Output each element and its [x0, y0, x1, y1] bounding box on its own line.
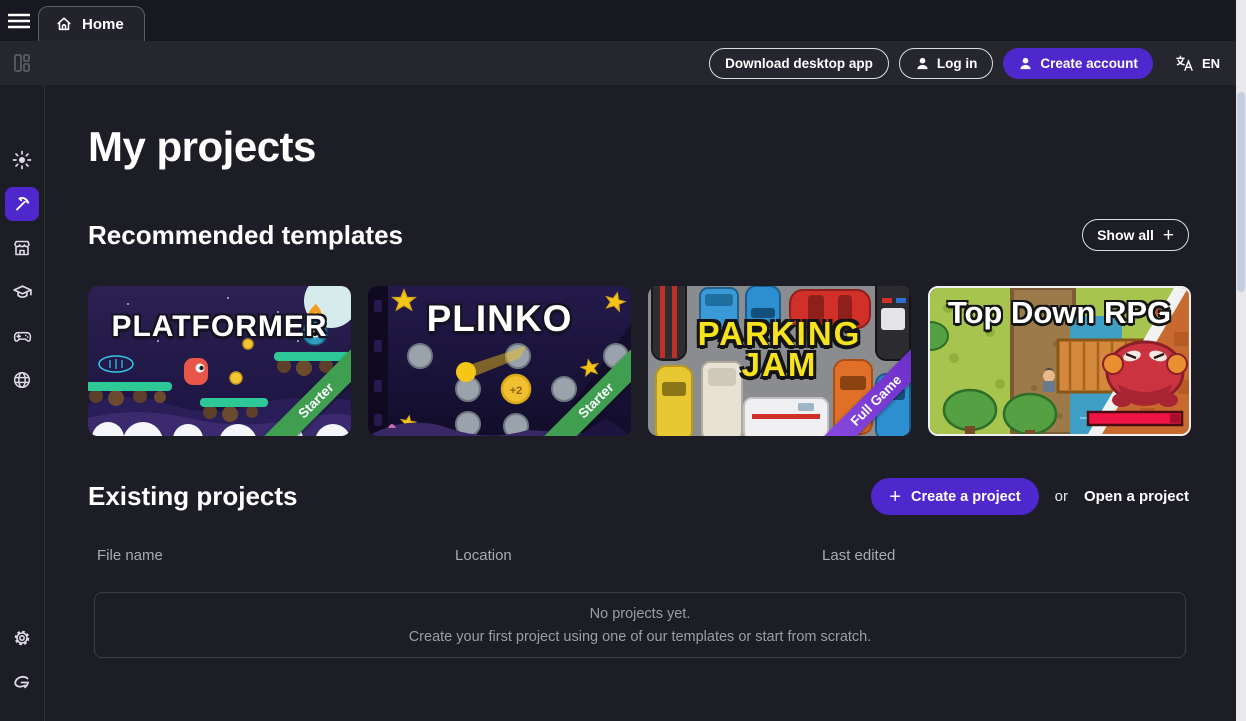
login-label: Log in — [937, 56, 978, 71]
parking-jam-art — [648, 286, 911, 436]
column-last-edited: Last edited — [822, 547, 1189, 564]
sidebar-item-play[interactable] — [5, 319, 39, 353]
sidebar-gdevelop-logo[interactable] — [5, 665, 39, 699]
existing-projects-heading: Existing projects — [88, 481, 298, 512]
pickaxe-icon — [12, 194, 32, 214]
graduation-cap-icon — [12, 282, 33, 303]
create-account-button[interactable]: Create account — [1003, 48, 1153, 79]
person-icon — [915, 56, 930, 71]
open-project-link[interactable]: Open a project — [1084, 488, 1189, 505]
platformer-art — [88, 286, 351, 436]
template-card-parking-jam[interactable]: PARKING JAM Full Game — [648, 286, 911, 436]
projects-table-header: File name Location Last edited — [88, 547, 1189, 564]
template-cards: PLATFORMER Starter — [88, 286, 1189, 436]
create-project-button[interactable]: + Create a project — [871, 478, 1038, 515]
svg-text:+2: +2 — [510, 385, 523, 397]
empty-projects-placeholder: No projects yet. Create your first proje… — [94, 592, 1186, 658]
main-area: My projects Recommended templates Show a… — [45, 85, 1246, 721]
sidebar-item-learn[interactable] — [5, 275, 39, 309]
download-desktop-app-label: Download desktop app — [725, 56, 873, 71]
recommended-templates-heading: Recommended templates — [88, 220, 403, 251]
sidebar-settings-button[interactable] — [5, 621, 39, 655]
tab-home[interactable]: Home — [38, 6, 145, 41]
empty-state-line1: No projects yet. — [590, 606, 691, 622]
gamepad-icon — [12, 326, 33, 347]
sidebar — [0, 85, 45, 721]
template-card-top-down-rpg[interactable]: Top Down RPG — [928, 286, 1191, 436]
download-desktop-app-button[interactable]: Download desktop app — [709, 48, 889, 79]
gear-icon — [12, 628, 32, 648]
template-card-plinko[interactable]: +2 — [368, 286, 631, 436]
login-button[interactable]: Log in — [899, 48, 994, 79]
create-account-label: Create account — [1040, 56, 1138, 71]
sidebar-item-build[interactable] — [5, 187, 39, 221]
home-icon — [55, 15, 73, 33]
top-down-rpg-art — [930, 288, 1189, 434]
translate-icon — [1175, 54, 1194, 73]
hamburger-icon — [8, 13, 30, 29]
empty-state-line2: Create your first project using one of o… — [409, 629, 872, 645]
gdevelop-logo-icon — [11, 671, 33, 693]
show-all-label: Show all — [1097, 227, 1154, 243]
toolbar: Download desktop app Log in Create accou… — [0, 41, 1246, 85]
double-chevron-right-icon — [12, 106, 32, 126]
language-selector[interactable]: EN — [1175, 54, 1220, 73]
scrollbar-thumb[interactable] — [1237, 92, 1245, 292]
plus-icon: + — [1163, 226, 1174, 245]
person-icon — [1018, 56, 1033, 71]
storefront-icon — [12, 238, 32, 258]
language-label: EN — [1202, 56, 1220, 71]
or-text: or — [1055, 488, 1068, 505]
column-file-name: File name — [88, 547, 455, 564]
page-title: My projects — [88, 123, 1189, 171]
vertical-scrollbar[interactable] — [1236, 0, 1246, 721]
globe-icon — [12, 370, 32, 390]
sidebar-item-shop[interactable] — [5, 231, 39, 265]
panels-layout-icon[interactable] — [10, 51, 34, 75]
sidebar-item-community[interactable] — [5, 363, 39, 397]
column-location: Location — [455, 547, 822, 564]
plus-icon: + — [889, 487, 901, 507]
sun-icon — [12, 150, 32, 170]
sidebar-expand-button[interactable] — [5, 99, 39, 133]
create-project-label: Create a project — [911, 489, 1021, 505]
show-all-button[interactable]: Show all + — [1082, 219, 1189, 251]
main-menu-button[interactable] — [0, 0, 38, 41]
tab-bar: Home — [0, 0, 1246, 41]
template-card-platformer[interactable]: PLATFORMER Starter — [88, 286, 351, 436]
tab-home-label: Home — [82, 16, 124, 33]
sidebar-item-get-started[interactable] — [5, 143, 39, 177]
plinko-art: +2 — [368, 286, 631, 436]
